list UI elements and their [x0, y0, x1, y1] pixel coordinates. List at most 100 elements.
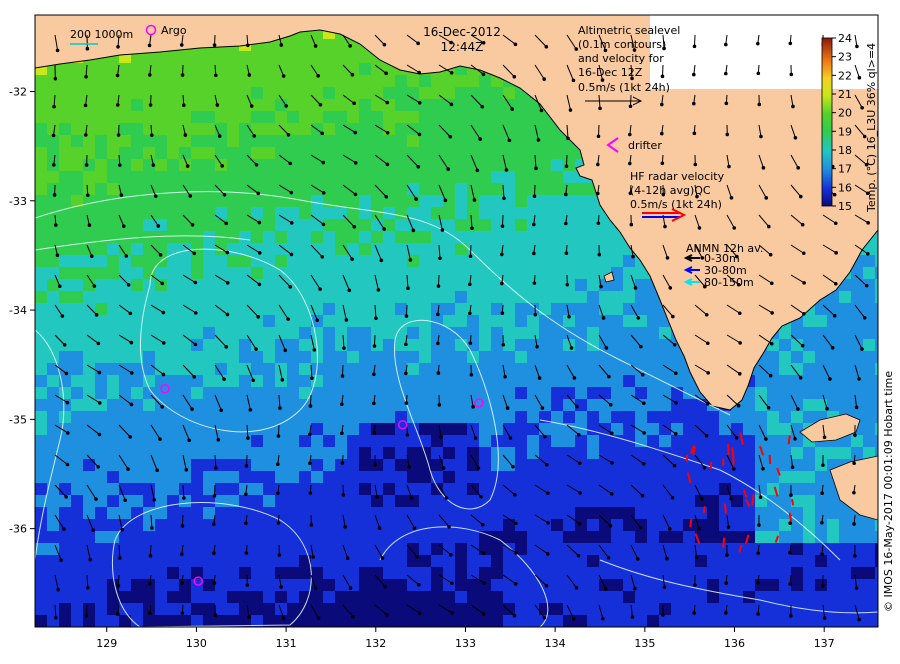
sst-cell	[263, 63, 275, 75]
sst-cell	[479, 567, 491, 579]
sst-cell	[191, 459, 203, 471]
sst-cell	[59, 147, 71, 159]
sst-cell	[539, 531, 551, 543]
sst-cell	[95, 375, 107, 387]
velocity-arrow-head-icon	[578, 523, 581, 526]
sst-cell	[335, 579, 347, 591]
sst-cell	[83, 423, 95, 435]
sst-cell	[95, 531, 107, 543]
sst-cell	[167, 351, 179, 363]
sst-cell	[719, 531, 731, 543]
sst-cell	[323, 51, 335, 63]
sst-cell	[275, 327, 287, 339]
sst-cell	[119, 99, 131, 111]
sst-cell	[323, 135, 335, 147]
sst-cell	[155, 555, 167, 567]
sst-cell	[515, 351, 527, 363]
sst-cell	[503, 507, 515, 519]
sst-cell	[455, 543, 467, 555]
sst-cell	[215, 447, 227, 459]
sst-cell	[143, 615, 155, 627]
sst-cell	[71, 207, 83, 219]
sst-cell	[239, 327, 251, 339]
sst-cell	[359, 243, 371, 255]
sst-cell	[515, 495, 527, 507]
sst-cell	[719, 579, 731, 591]
sst-cell	[95, 543, 107, 555]
sst-cell	[611, 339, 623, 351]
sst-cell	[575, 411, 587, 423]
sst-cell	[755, 483, 767, 495]
colorbar-label: Temp. (°C) 16_L3U 36% ql>=4	[865, 43, 878, 213]
sst-cell	[395, 459, 407, 471]
sst-cell	[443, 171, 455, 183]
sst-cell	[467, 147, 479, 159]
velocity-arrow-head-icon	[482, 613, 485, 616]
sst-cell	[539, 315, 551, 327]
sst-cell	[539, 123, 551, 135]
velocity-arrow-head-icon	[321, 256, 324, 259]
sst-cell	[383, 87, 395, 99]
sst-cell	[563, 543, 575, 555]
sst-cell	[155, 327, 167, 339]
velocity-arrow-head-icon	[826, 408, 829, 411]
sst-cell	[431, 75, 443, 87]
sst-cell	[755, 555, 767, 567]
sst-cell	[359, 135, 371, 147]
sst-cell	[143, 543, 155, 555]
sst-cell	[455, 603, 467, 615]
sst-cell	[119, 543, 131, 555]
sst-cell	[443, 291, 455, 303]
sst-cell	[491, 375, 503, 387]
sst-cell	[815, 459, 827, 471]
sst-cell	[431, 231, 443, 243]
sst-cell	[323, 483, 335, 495]
velocity-arrow-head-icon	[373, 432, 376, 435]
sst-cell	[263, 399, 275, 411]
hf-radar-vector	[723, 538, 724, 548]
sst-cell	[335, 351, 347, 363]
sst-cell	[443, 303, 455, 315]
velocity-arrow-head-icon	[181, 74, 184, 77]
sst-cell	[515, 303, 527, 315]
sst-cell	[371, 267, 383, 279]
sst-cell	[743, 567, 755, 579]
sst-cell	[227, 63, 239, 75]
sst-cell	[239, 219, 251, 231]
sst-cell	[479, 351, 491, 363]
sst-cell	[359, 231, 371, 243]
velocity-arrow-head-icon	[213, 552, 216, 555]
sst-cell	[191, 291, 203, 303]
sst-cell	[347, 459, 359, 471]
sst-cell	[335, 591, 347, 603]
sst-cell	[119, 135, 131, 147]
sst-cell	[551, 483, 563, 495]
sst-cell	[119, 423, 131, 435]
sst-cell	[515, 615, 527, 627]
sst-cell	[515, 519, 527, 531]
sst-cell	[767, 603, 779, 615]
sst-cell	[527, 231, 539, 243]
sst-cell	[419, 399, 431, 411]
sst-cell	[803, 375, 815, 387]
sst-cell	[227, 375, 239, 387]
velocity-arrow-head-icon	[277, 522, 280, 525]
depth-scale-label: 200 1000m	[70, 28, 133, 41]
altimetry-line-3: and velocity for	[578, 52, 664, 65]
sst-cell	[251, 267, 263, 279]
velocity-arrow-head-icon	[673, 464, 676, 467]
sst-cell	[371, 75, 383, 87]
sst-cell	[479, 615, 491, 627]
sst-cell	[479, 303, 491, 315]
velocity-arrow-head-icon	[570, 347, 573, 350]
sst-cell	[191, 591, 203, 603]
sst-cell	[803, 399, 815, 411]
sst-cell	[767, 615, 779, 627]
sst-cell	[827, 579, 839, 591]
sst-cell	[587, 555, 599, 567]
sst-cell	[359, 435, 371, 447]
sst-cell	[443, 231, 455, 243]
sst-cell	[299, 567, 311, 579]
sst-cell	[203, 111, 215, 123]
sst-cell	[179, 231, 191, 243]
